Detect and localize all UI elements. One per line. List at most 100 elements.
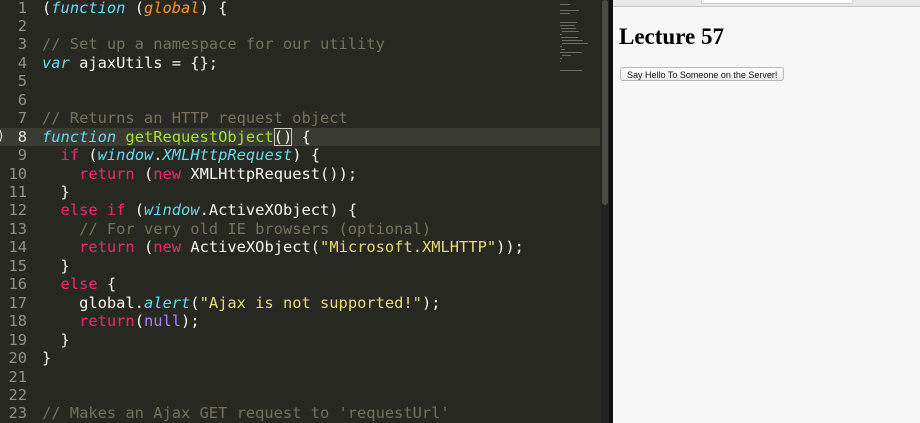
code-token: else if (60, 201, 126, 220)
code-token: ); (421, 293, 441, 312)
editor-scroll-thumb[interactable] (602, 0, 608, 205)
minimap-row (562, 31, 579, 32)
minimap-row (561, 28, 576, 29)
code-line[interactable]: 8⟩function getRequestObject() { (0, 127, 600, 147)
code-token: ( (42, 0, 52, 17)
line-number: 9 (17, 146, 27, 165)
minimap-row (560, 58, 562, 59)
code-text[interactable]: return (new XMLHttpRequest()); (42, 165, 357, 183)
code-token: ) { (292, 146, 321, 165)
code-token: window (97, 146, 154, 165)
minimap-row (560, 70, 582, 71)
current-line-marker: ⟩ (0, 128, 5, 146)
code-text[interactable]: } (42, 257, 70, 275)
code-text[interactable]: global.alert("Ajax is not supported!"); (42, 293, 441, 312)
browser-tab[interactable] (701, 0, 853, 4)
line-number: 21 (8, 367, 27, 386)
code-text[interactable]: } (42, 183, 70, 201)
code-line[interactable]: 14 return (new ActiveXObject("Microsoft.… (0, 238, 600, 256)
code-line[interactable]: 12 else if (window.ActiveXObject) { (0, 201, 600, 219)
line-number: 17 (8, 293, 27, 312)
code-line[interactable]: 7 // Returns an HTTP request object (0, 109, 600, 127)
minimap-row (562, 43, 588, 44)
line-number: 7 (17, 109, 27, 128)
minimap[interactable] (556, 0, 600, 100)
line-number: 18 (8, 312, 27, 331)
code-token: function (42, 127, 117, 146)
line-number: 19 (8, 330, 27, 349)
code-token: var (42, 53, 70, 72)
code-line[interactable]: 9 if (window.XMLHttpRequest) { (0, 146, 600, 164)
code-text[interactable]: // Returns an HTTP request object (42, 109, 348, 127)
minimap-row (562, 55, 571, 56)
minimap-row (561, 49, 565, 50)
code-line[interactable]: 4 var ajaxUtils = {}; (0, 54, 600, 72)
code-text[interactable]: } (42, 349, 51, 367)
code-text[interactable]: else if (window.ActiveXObject) { (42, 201, 358, 220)
code-token: global (143, 0, 200, 17)
code-token: ajaxUtils = {}; (69, 53, 219, 72)
code-line[interactable]: 22 (0, 386, 600, 404)
code-line[interactable]: 2 (0, 17, 600, 35)
code-token: getRequestObject (125, 127, 274, 146)
line-number: 20 (8, 349, 27, 368)
code-line[interactable]: 15 } (0, 257, 600, 275)
code-line[interactable]: 21 (0, 368, 600, 386)
editor-scrollbar[interactable] (601, 0, 609, 423)
code-token: } (42, 183, 70, 201)
line-number: 2 (17, 16, 27, 35)
code-line[interactable]: 23 // Makes an Ajax GET request to 'reque… (0, 404, 600, 422)
code-token: )); (496, 238, 524, 257)
code-line[interactable]: 6 (0, 91, 600, 109)
line-number: 4 (17, 53, 27, 72)
line-number: 23 (8, 404, 27, 423)
code-text[interactable]: } (42, 331, 70, 349)
say-hello-button[interactable]: Say Hello To Someone on the Server! (620, 67, 785, 81)
code-line[interactable]: 5 (0, 72, 600, 90)
code-line[interactable]: 1 (function (global) { (0, 0, 600, 17)
code-line[interactable]: 11 } (0, 183, 600, 201)
minimap-row (560, 61, 561, 62)
line-number: 3 (17, 35, 27, 54)
minimap-row (560, 10, 579, 11)
code-text[interactable]: function getRequestObject() { (42, 127, 311, 147)
code-token: // Returns an HTTP request object (42, 109, 348, 128)
code-token: ( (125, 201, 144, 220)
code-editor[interactable]: 1 (function (global) {2 3// Set up a names… (0, 0, 612, 423)
minimap-row (560, 34, 562, 35)
code-token: ( (134, 312, 144, 331)
code-token: new (153, 238, 182, 257)
code-text[interactable]: // Set up a namespace for our utility (42, 35, 385, 53)
code-line[interactable]: 10 return (new XMLHttpRequest()); (0, 165, 600, 183)
code-token: } (42, 330, 70, 349)
code-token: return (79, 238, 135, 257)
code-line[interactable]: 3 // Set up a namespace for our utility (0, 35, 600, 53)
code-token: ( (134, 238, 154, 257)
code-token: new (153, 164, 182, 183)
code-line[interactable]: 19 } (0, 331, 600, 349)
code-text[interactable]: (function (global) { (42, 0, 227, 17)
code-line[interactable]: 13 // For very old IE browsers (optional… (0, 220, 600, 238)
code-line[interactable]: 17 global.alert("Ajax is not supported!"… (0, 294, 600, 312)
code-text[interactable]: // Makes an Ajax GET request to 'request… (42, 404, 450, 422)
code-token: } (42, 349, 52, 368)
minimap-row (560, 4, 570, 5)
code-line[interactable]: 20} (0, 349, 600, 367)
code-token: . (153, 146, 163, 165)
code-token: ); (181, 312, 200, 331)
code-token: else (60, 275, 98, 294)
code-text[interactable]: return (new ActiveXObject("Microsoft.XML… (42, 238, 524, 256)
code-text[interactable]: return(null); (42, 312, 200, 330)
code-line[interactable]: 16 else { (0, 275, 600, 293)
code-token: { (97, 275, 117, 294)
code-text[interactable]: else { (42, 275, 117, 294)
code-text[interactable]: if (window.XMLHttpRequest) { (42, 146, 321, 165)
code-token: return (79, 164, 135, 183)
code-token: () (273, 127, 293, 147)
code-text[interactable]: // For very old IE browsers (optional) (42, 220, 431, 238)
code-text[interactable]: var ajaxUtils = {}; (42, 54, 218, 72)
code-line[interactable]: 18 return(null); (0, 312, 600, 330)
